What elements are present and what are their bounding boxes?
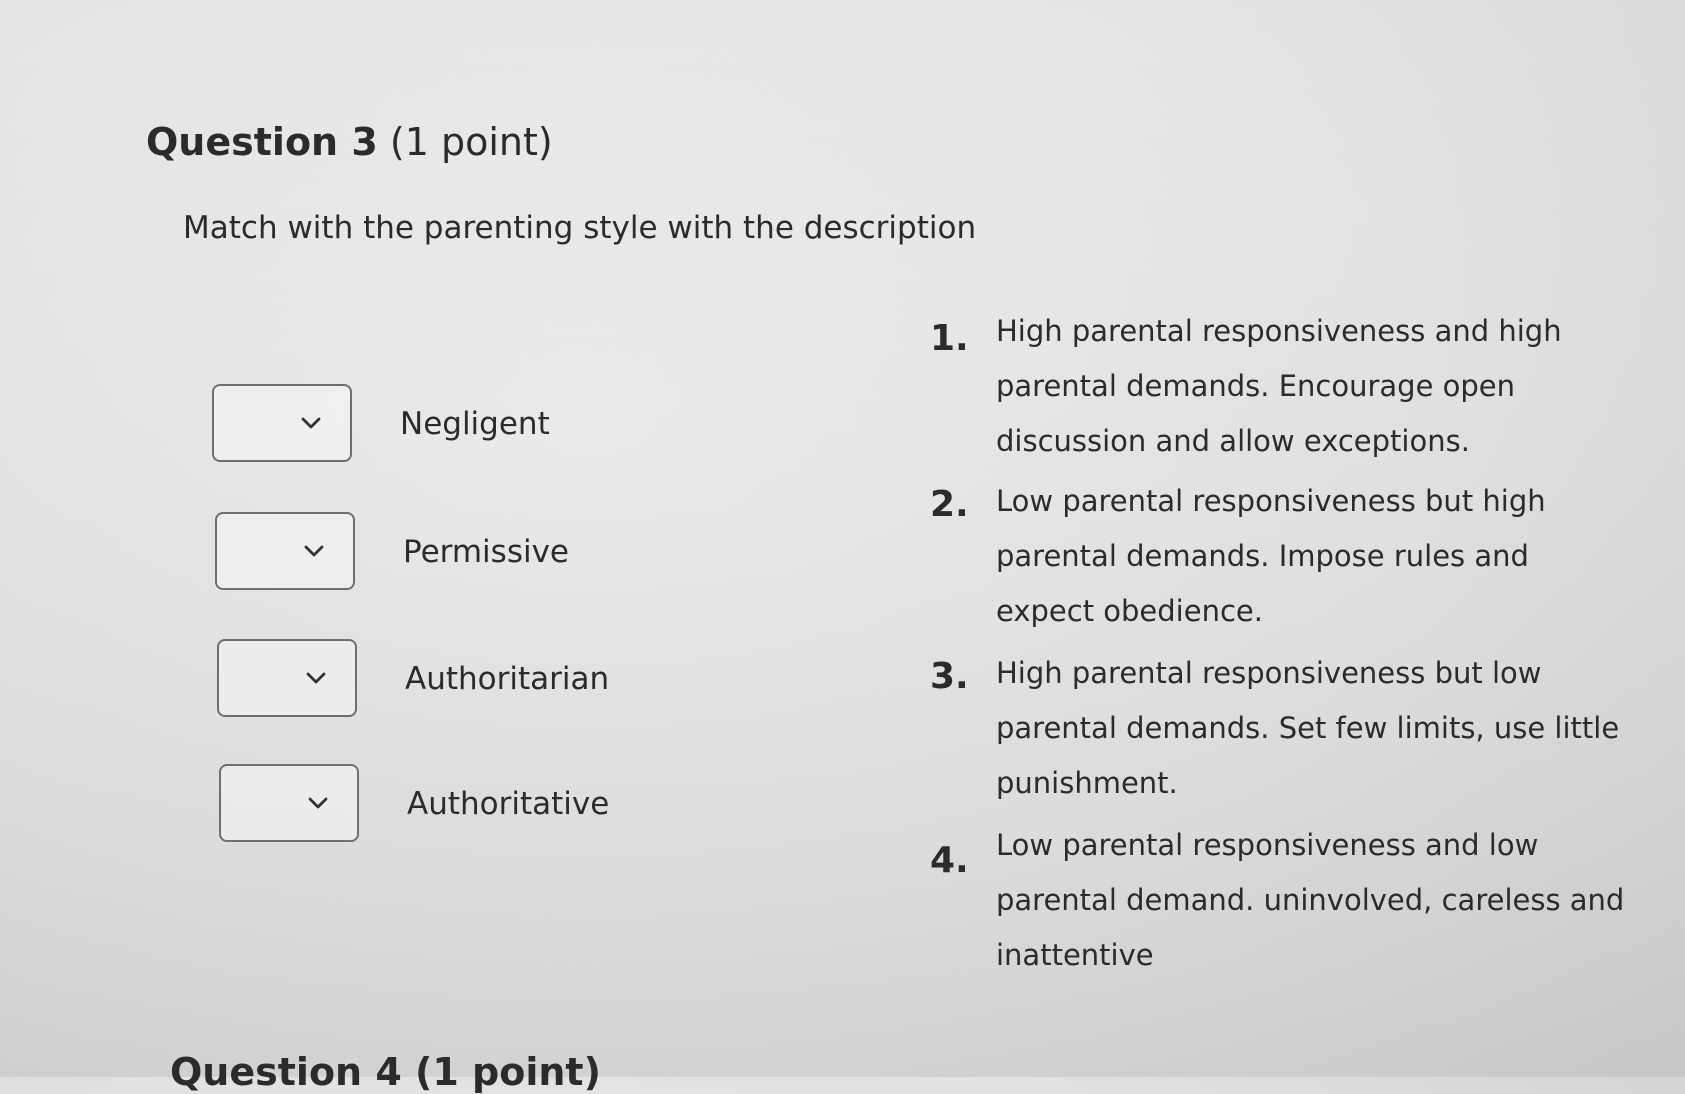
next-question-title: Question 4 (1 point) (170, 1050, 601, 1094)
match-label-permissive: Permissive (403, 534, 570, 570)
description-number: 2. (930, 484, 969, 525)
match-select-permissive[interactable] (215, 512, 355, 590)
chevron-down-icon (306, 672, 326, 684)
description-number: 1. (930, 318, 969, 359)
question-instruction: Match with the parenting style with the … (183, 210, 977, 246)
match-select-authoritarian[interactable] (217, 639, 357, 717)
match-label-negligent: Negligent (400, 406, 550, 442)
question-points: (1 point) (389, 120, 553, 164)
match-label-authoritative: Authoritative (407, 786, 610, 822)
match-select-authoritative[interactable] (219, 764, 359, 842)
match-label-authoritarian: Authoritarian (405, 661, 610, 697)
description-text: High parental responsiveness and high pa… (996, 314, 1562, 458)
description-number: 3. (930, 656, 969, 697)
chevron-down-icon (308, 797, 328, 809)
description-text: Low parental responsiveness and low pare… (996, 828, 1625, 972)
chevron-down-icon (301, 417, 321, 429)
description-text: High parental responsiveness but low par… (996, 656, 1620, 800)
description-text: Low parental responsiveness but high par… (996, 484, 1546, 628)
chevron-down-icon (304, 545, 324, 557)
match-select-negligent[interactable] (212, 384, 352, 462)
description-number: 4. (930, 840, 969, 881)
question-title: Question 3 (1 point) (146, 118, 553, 166)
question-number: Question 3 (146, 120, 378, 164)
